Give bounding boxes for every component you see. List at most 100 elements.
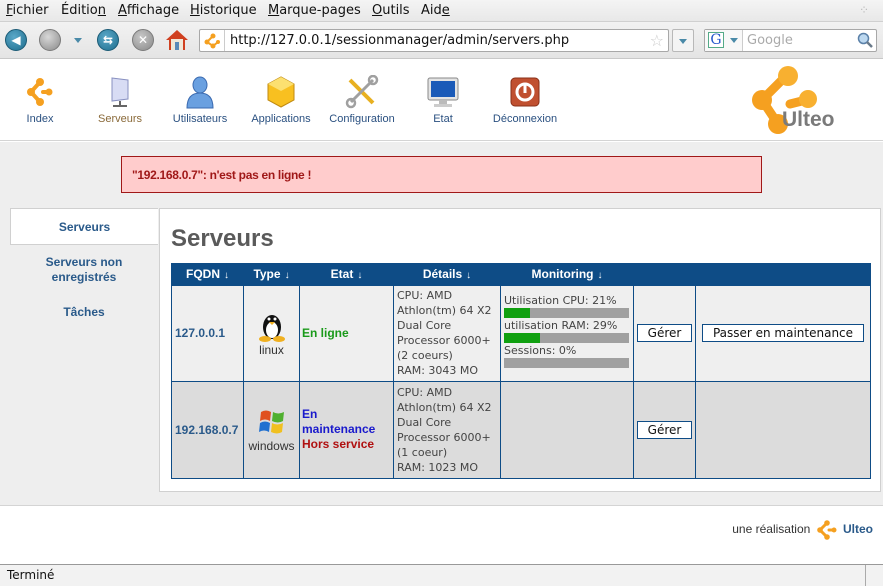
status-offline: Hors service [302,437,375,451]
table-row: 192.168.0.7 windows En maintenance Hors … [171,380,871,479]
menu-affichage[interactable]: Affichage [118,3,179,18]
nav-serveurs[interactable]: Serveurs [94,75,146,125]
manage-cell: Gérer [633,284,696,382]
manage-button[interactable]: Gérer [636,324,693,342]
menu-edition[interactable]: Édition [61,3,106,18]
top-navigation: Index Serveurs Utilisateurs Applications [0,60,883,141]
search-icon[interactable] [857,32,873,48]
arrow-left-icon: ◀ [11,33,21,47]
url-bar[interactable]: http://127.0.0.1/sessionmanager/admin/se… [199,29,669,52]
windows-logo-icon [258,410,284,434]
column-header-actions [633,263,696,285]
status-maintenance: En maintenance [302,407,376,436]
page-footer: une réalisation Ulteo [0,505,883,563]
ulteo-logo: Ulteo [748,66,876,136]
nav-etat[interactable]: Etat [425,75,461,125]
column-header-maintenance [695,263,871,285]
sort-arrow-icon: ↓ [284,269,290,281]
credit-brand-link[interactable]: Ulteo [843,522,873,536]
maintenance-button[interactable]: Passer en maintenance [701,324,865,342]
cpu-usage-label: Utilisation CPU: 21% [504,293,617,307]
search-bar[interactable]: G Google [704,29,877,52]
menu-outils[interactable]: Outils [372,3,410,18]
nav-utilisateurs[interactable]: Utilisateurs [171,75,229,125]
ram-usage-fill [504,332,541,343]
server-details: CPU: AMD Athlon(tm) 64 X2 Dual Core Proc… [393,284,501,382]
server-state: En ligne [299,284,394,382]
search-engine-selector[interactable]: G [705,30,743,51]
server-monitoring: Utilisation CPU: 21% utilisation RAM: 29… [500,284,634,382]
server-state: En maintenance Hors service [299,380,394,479]
bookmark-star-icon[interactable]: ☆ [650,31,664,50]
status-online: En ligne [302,325,349,340]
nav-label: Configuration [329,113,395,125]
column-header-details[interactable]: Détails ↓ [393,263,501,285]
column-header-etat[interactable]: Etat ↓ [299,263,394,285]
menu-fichier[interactable]: Fichier [6,3,49,18]
forward-button[interactable] [39,29,61,51]
nav-label: Serveurs [97,113,143,125]
nav-label: Déconnexion [492,113,558,125]
arrow-right-icon [40,30,60,50]
server-fqdn-link[interactable]: 192.168.0.7 [171,380,244,479]
sessions-usage-bar [504,357,629,368]
home-icon[interactable] [165,28,189,52]
ram-usage-label: utilisation RAM: 29% [504,318,618,332]
stop-icon: ✕ [137,33,149,47]
server-monitoring [500,380,634,479]
power-icon [510,77,540,107]
sidebar-item-taches[interactable]: Tâches [10,305,158,319]
column-header-type[interactable]: Type ↓ [243,263,300,285]
column-header-monitoring[interactable]: Monitoring ↓ [500,263,634,285]
nav-label: Index [26,113,54,125]
table-header: FQDN ↓ Type ↓ Etat ↓ Détails ↓ Monitoring ↓ [171,263,871,285]
url-separator [224,30,225,51]
cpu-usage-bar [504,307,629,318]
menu-aide[interactable]: Aide [421,3,450,18]
table-row: 127.0.0.1 linux En ligne CPU: AMD Athlon… [171,284,871,382]
sort-arrow-icon: ↓ [224,269,229,281]
nav-label: Etat [433,113,453,125]
nav-label: Applications [251,113,311,125]
url-text[interactable]: http://127.0.0.1/sessionmanager/admin/se… [230,33,569,48]
sort-arrow-icon: ↓ [466,269,472,281]
ulteo-logo-icon [27,78,53,106]
server-fqdn-link[interactable]: 127.0.0.1 [171,284,244,382]
credit-prefix: une réalisation [732,522,811,537]
history-dropdown-icon[interactable] [74,38,82,43]
server-type: windows [243,380,300,479]
nav-index[interactable]: Index [20,75,60,125]
tools-icon [345,75,379,109]
nav-configuration[interactable]: Configuration [328,75,396,125]
resize-grip-icon[interactable] [865,565,883,586]
site-favicon-icon [204,33,220,49]
sort-arrow-icon: ↓ [357,269,363,281]
back-button[interactable]: ◀ [5,29,27,51]
menu-historique[interactable]: Historique [190,3,257,18]
maintenance-cell: Passer en maintenance [695,284,871,382]
status-text: Terminé [7,568,55,582]
stop-button[interactable]: ✕ [132,29,154,51]
navigation-toolbar: ◀ ⇆ ✕ http://127.0.0.1/sessionmanager/ad… [0,22,883,59]
sidebar-item-serveurs-non-enregistres[interactable]: Serveurs non enregistrés [10,255,158,285]
status-bar: Terminé [0,564,883,586]
column-header-fqdn[interactable]: FQDN ↓ [171,263,244,285]
sidebar-item-serveurs[interactable]: Serveurs [10,208,158,245]
menu-marque-pages[interactable]: Marque-pages [268,3,361,18]
chevron-down-icon [730,38,738,43]
nav-deconnexion[interactable]: Déconnexion [492,75,558,125]
nav-label: Utilisateurs [172,113,228,125]
manage-button[interactable]: Gérer [636,420,693,439]
nav-applications[interactable]: Applications [249,75,313,125]
reload-icon: ⇆ [102,33,114,47]
throbber-icon: ⁘ [859,3,870,17]
applications-icon [267,76,295,108]
reload-button[interactable]: ⇆ [97,29,119,51]
server-type-label: windows [248,439,295,453]
server-details: CPU: AMD Athlon(tm) 64 X2 Dual Core Proc… [393,380,501,479]
maintenance-cell [695,380,871,479]
sessions-usage-label: Sessions: 0% [504,343,577,357]
error-message: "192.168.0.7": n'est pas en ligne ! [121,156,762,193]
url-history-dropdown[interactable] [672,29,694,52]
menu-bar: Fichier Édition Affichage Historique Mar… [0,0,883,22]
